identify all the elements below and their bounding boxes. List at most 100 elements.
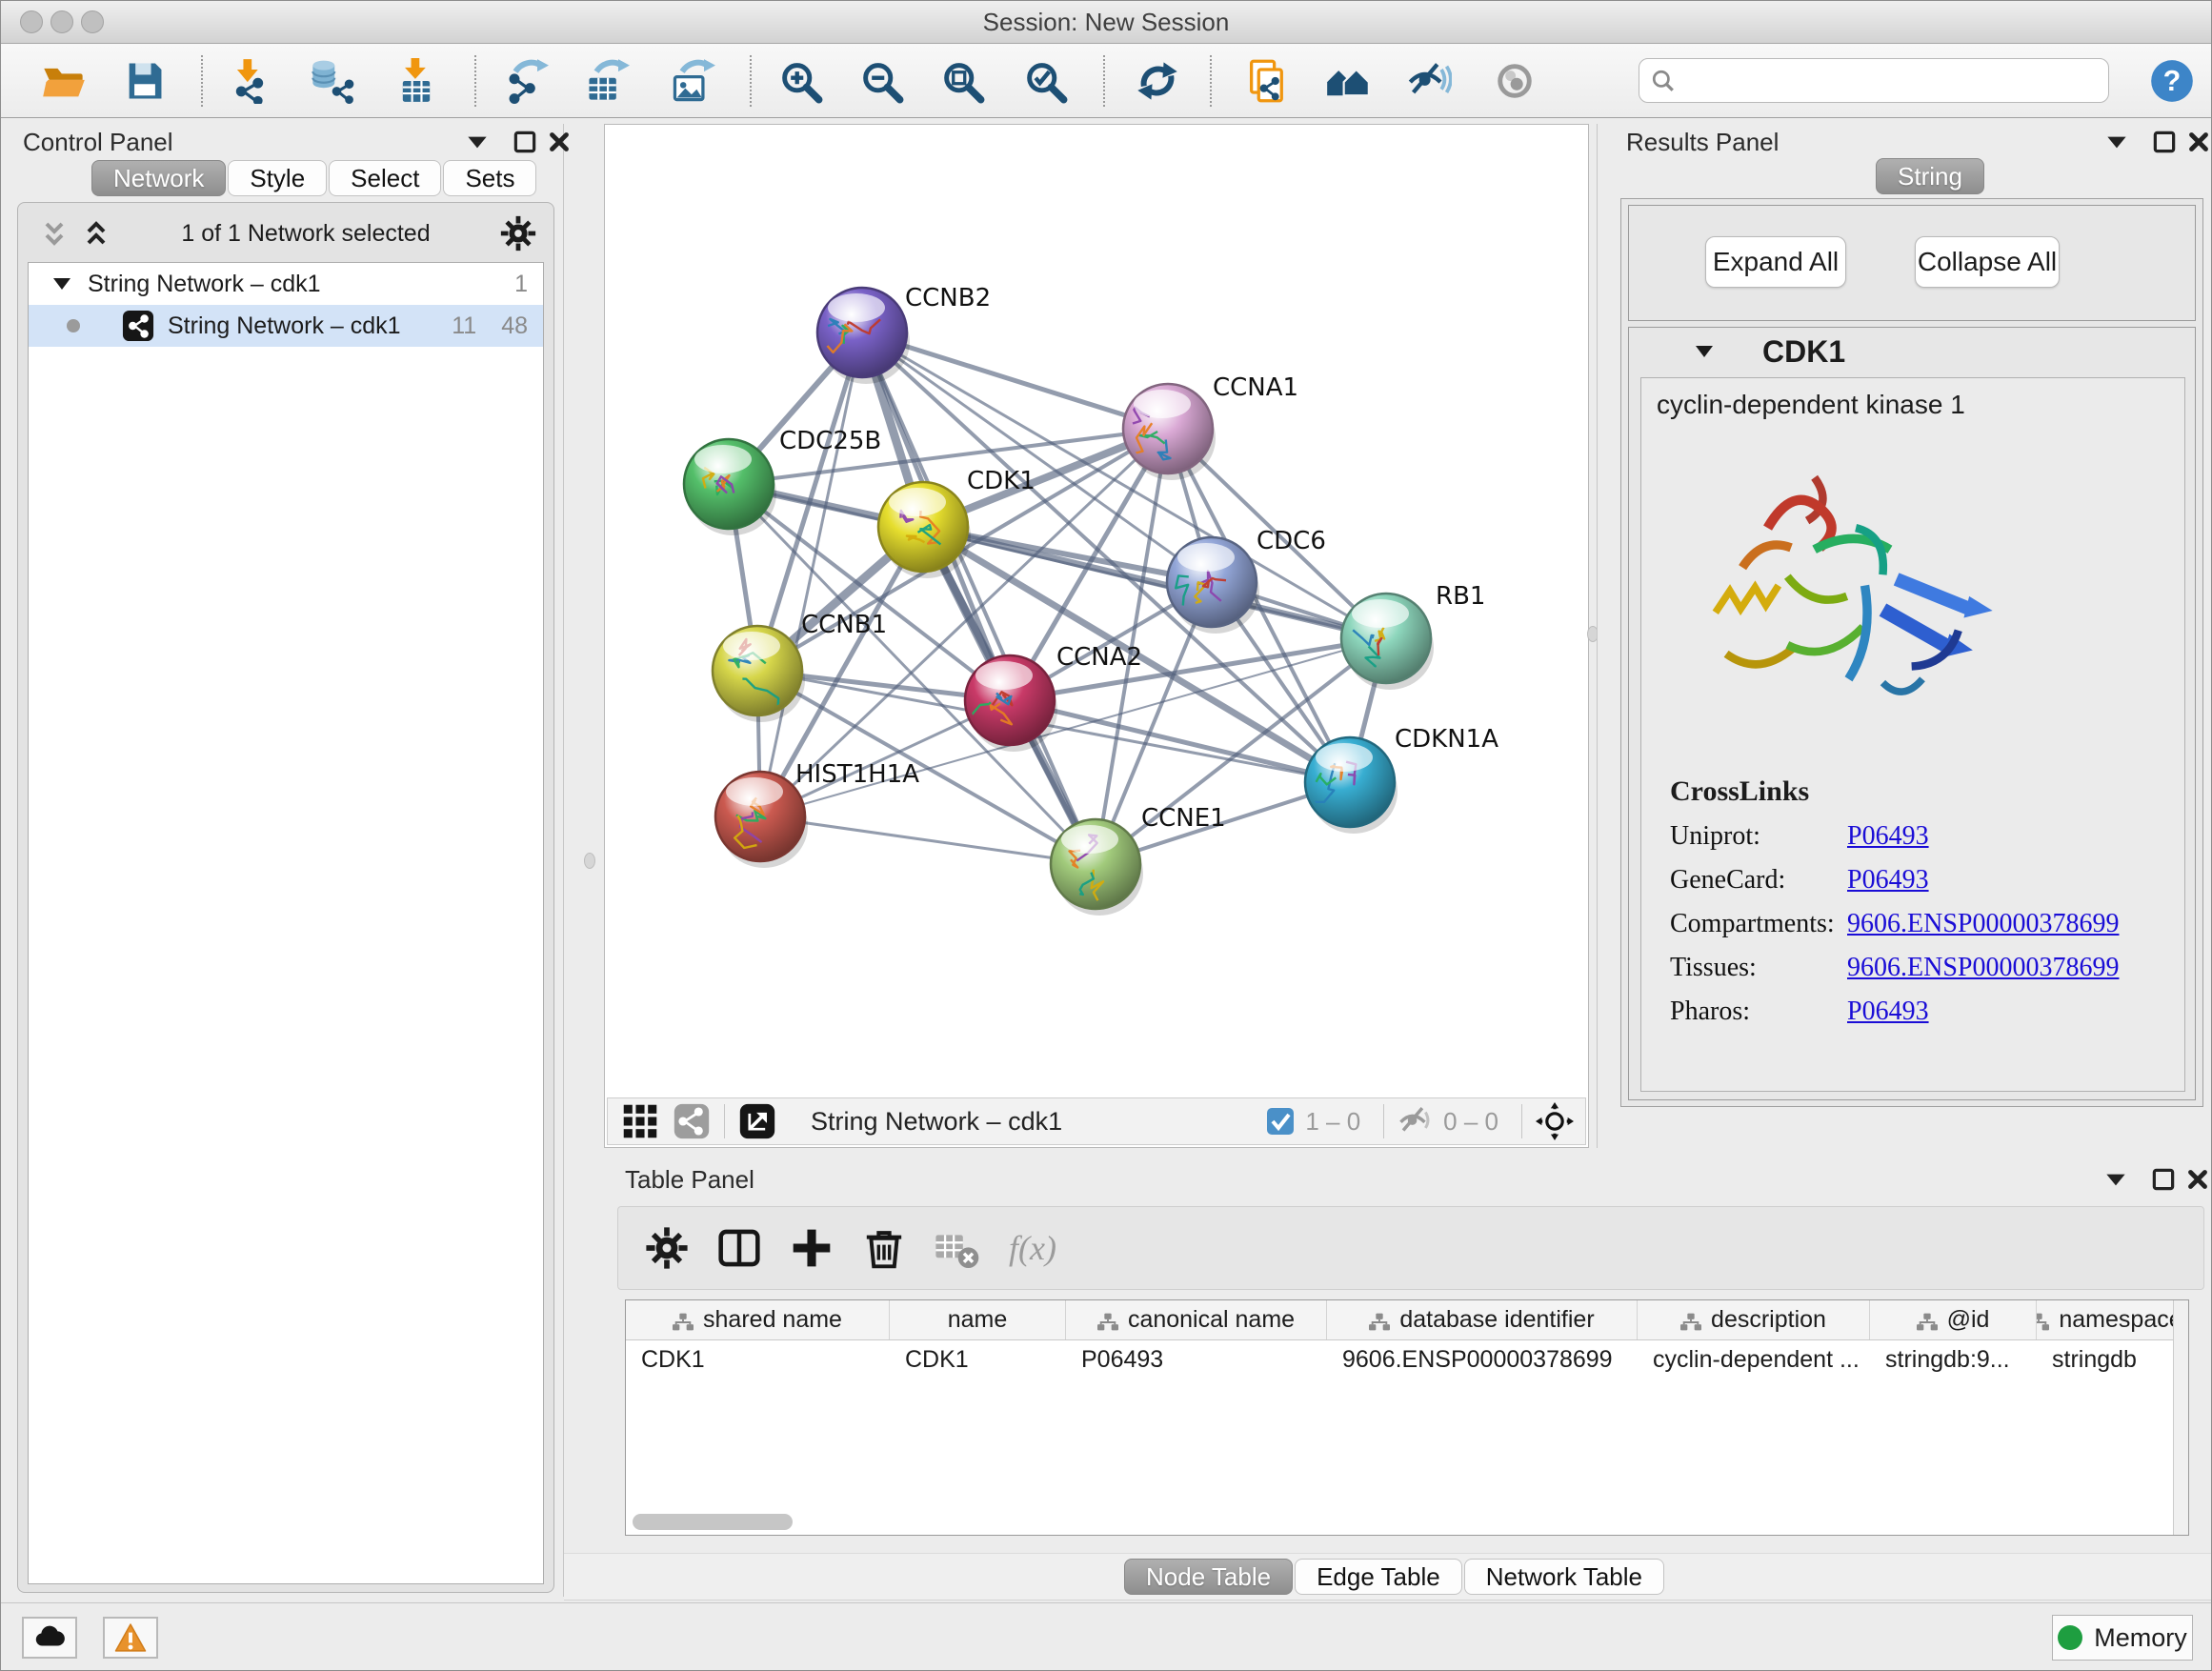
zoom-in-icon[interactable] bbox=[777, 58, 823, 104]
column-header-name[interactable]: name bbox=[890, 1300, 1066, 1339]
protein-node-CCNB1[interactable] bbox=[713, 626, 805, 722]
import-table-icon[interactable] bbox=[393, 58, 439, 104]
string-app-icon[interactable] bbox=[1244, 58, 1290, 104]
column-header-canonical-name[interactable]: canonical name bbox=[1066, 1300, 1327, 1339]
table-cell[interactable]: CDK1 bbox=[890, 1340, 1066, 1379]
crosslink-link[interactable]: 9606.ENSP00000378699 bbox=[1847, 909, 2119, 939]
zoom-out-icon[interactable] bbox=[858, 58, 904, 104]
column-header-shared-name[interactable]: shared name bbox=[626, 1300, 890, 1339]
expand-all-networks-icon[interactable] bbox=[79, 216, 113, 251]
table-cell[interactable]: P06493 bbox=[1066, 1340, 1327, 1379]
control-panel-float-button[interactable] bbox=[463, 128, 492, 156]
show-columns-icon[interactable] bbox=[715, 1224, 763, 1272]
protein-node-CDC6[interactable] bbox=[1167, 537, 1259, 634]
tab-sets[interactable]: Sets bbox=[443, 160, 536, 196]
network-collection-row[interactable]: String Network – cdk1 1 bbox=[29, 263, 543, 305]
memory-button[interactable]: Memory bbox=[2052, 1615, 2193, 1661]
column-header-namespace[interactable]: namespace bbox=[2037, 1300, 2175, 1339]
protein-node-CCNA2[interactable] bbox=[965, 655, 1057, 752]
table-panel-float-button[interactable] bbox=[2101, 1165, 2130, 1194]
zoom-window-button[interactable] bbox=[81, 10, 104, 33]
protein-node-CDC25B[interactable] bbox=[684, 439, 776, 535]
node-table[interactable]: shared namenamecanonical namedatabase id… bbox=[625, 1299, 2189, 1536]
network-options-gear-icon[interactable] bbox=[498, 213, 538, 253]
tab-node-table[interactable]: Node Table bbox=[1124, 1559, 1293, 1595]
table-options-gear-icon[interactable] bbox=[643, 1224, 691, 1272]
import-network-database-icon[interactable] bbox=[309, 58, 354, 104]
crosslink-link[interactable]: P06493 bbox=[1847, 865, 1929, 896]
column-header--id[interactable]: @id bbox=[1870, 1300, 2037, 1339]
cloud-status-button[interactable] bbox=[22, 1617, 77, 1659]
collapse-all-networks-icon[interactable] bbox=[37, 216, 71, 251]
protein-node-HIST1H1A[interactable] bbox=[715, 772, 808, 868]
results-panel-maximize-button[interactable] bbox=[2150, 128, 2179, 156]
zoom-fit-icon[interactable] bbox=[939, 58, 985, 104]
selected-count-checkbox-icon[interactable] bbox=[1265, 1106, 1296, 1137]
collapse-all-button[interactable]: Collapse All bbox=[1915, 236, 2060, 288]
network-view-canvas[interactable]: CCNB2CCNA1CDC25BCDK1CDC6RB1CCNB1CCNA2CDK… bbox=[604, 124, 1589, 1148]
birds-eye-view-icon[interactable] bbox=[621, 1102, 659, 1140]
tab-network[interactable]: Network bbox=[91, 160, 226, 196]
cdk1-entry-header[interactable]: CDK1 bbox=[1629, 328, 2195, 375]
string-network-graph[interactable]: CCNB2CCNA1CDC25BCDK1CDC6RB1CCNB1CCNA2CDK… bbox=[605, 125, 1588, 1095]
table-cell[interactable]: stringdb:9... bbox=[1870, 1340, 2037, 1379]
tab-select[interactable]: Select bbox=[329, 160, 441, 196]
table-panel-close-button[interactable] bbox=[2183, 1165, 2212, 1194]
table-cell[interactable]: cyclin-dependent ... bbox=[1638, 1340, 1870, 1379]
add-column-icon[interactable] bbox=[788, 1224, 835, 1272]
export-image-icon[interactable] bbox=[670, 58, 715, 104]
protein-node-CDKN1A[interactable] bbox=[1305, 737, 1398, 834]
tab-edge-table[interactable]: Edge Table bbox=[1295, 1559, 1462, 1595]
protein-node-CDK1[interactable] bbox=[878, 482, 971, 578]
table-horizontal-scrollbar[interactable] bbox=[633, 1514, 793, 1530]
collection-expander-icon[interactable] bbox=[50, 272, 74, 296]
detach-view-icon[interactable] bbox=[738, 1102, 776, 1140]
column-header-description[interactable]: description bbox=[1638, 1300, 1870, 1339]
tab-style[interactable]: Style bbox=[228, 160, 327, 196]
fit-selection-crosshair-icon[interactable] bbox=[1536, 1102, 1574, 1140]
protein-node-RB1[interactable] bbox=[1341, 594, 1434, 690]
hide-selected-icon[interactable] bbox=[1406, 58, 1452, 104]
protein-node-CCNA1[interactable] bbox=[1123, 384, 1216, 480]
show-all-icon[interactable] bbox=[1492, 58, 1538, 104]
tab-network-table[interactable]: Network Table bbox=[1464, 1559, 1664, 1595]
help-icon[interactable]: ? bbox=[2149, 58, 2195, 104]
table-cell[interactable]: CDK1 bbox=[626, 1340, 890, 1379]
column-header-database-identifier[interactable]: database identifier bbox=[1327, 1300, 1638, 1339]
network-row-selected[interactable]: String Network – cdk1 11 48 bbox=[29, 305, 543, 347]
table-cell[interactable]: 9606.ENSP00000378699 bbox=[1327, 1340, 1638, 1379]
node-label-CDC6: CDC6 bbox=[1257, 527, 1326, 555]
protein-node-CCNE1[interactable] bbox=[1051, 819, 1143, 916]
network-overview-icon[interactable] bbox=[673, 1102, 711, 1140]
cdk1-expander-icon[interactable] bbox=[1692, 339, 1717, 364]
save-session-icon[interactable] bbox=[122, 58, 168, 104]
results-panel-close-button[interactable] bbox=[2184, 128, 2212, 156]
expand-all-button[interactable]: Expand All bbox=[1705, 236, 1846, 288]
table-vertical-scrollbar[interactable] bbox=[2173, 1300, 2188, 1535]
zoom-selected-icon[interactable] bbox=[1022, 58, 1068, 104]
control-panel-maximize-button[interactable] bbox=[511, 128, 539, 156]
table-panel-maximize-button[interactable] bbox=[2149, 1165, 2178, 1194]
table-cell[interactable]: stringdb bbox=[2037, 1340, 2175, 1379]
left-splitter-handle[interactable] bbox=[584, 853, 595, 869]
search-input[interactable] bbox=[1676, 67, 2108, 94]
export-table-icon[interactable] bbox=[584, 58, 630, 104]
home-icon[interactable] bbox=[1325, 58, 1371, 104]
export-network-icon[interactable] bbox=[503, 58, 549, 104]
delete-column-icon[interactable] bbox=[860, 1224, 908, 1272]
minimize-window-button[interactable] bbox=[50, 10, 73, 33]
results-panel-float-button[interactable] bbox=[2102, 128, 2131, 156]
tab-string[interactable]: String bbox=[1876, 158, 1984, 194]
crosslink-link[interactable]: 9606.ENSP00000378699 bbox=[1847, 953, 2119, 983]
search-box[interactable] bbox=[1639, 58, 2109, 103]
refresh-icon[interactable] bbox=[1135, 58, 1180, 104]
open-session-icon[interactable] bbox=[41, 58, 87, 104]
import-network-file-icon[interactable] bbox=[227, 58, 272, 104]
control-panel-close-button[interactable] bbox=[545, 128, 573, 156]
table-row[interactable]: CDK1CDK1P064939606.ENSP00000378699cyclin… bbox=[626, 1340, 2188, 1379]
warning-status-button[interactable] bbox=[103, 1617, 158, 1659]
crosslink-link[interactable]: P06493 bbox=[1847, 821, 1929, 852]
collection-label: String Network – cdk1 bbox=[88, 271, 321, 298]
crosslink-link[interactable]: P06493 bbox=[1847, 997, 1929, 1027]
close-window-button[interactable] bbox=[20, 10, 43, 33]
